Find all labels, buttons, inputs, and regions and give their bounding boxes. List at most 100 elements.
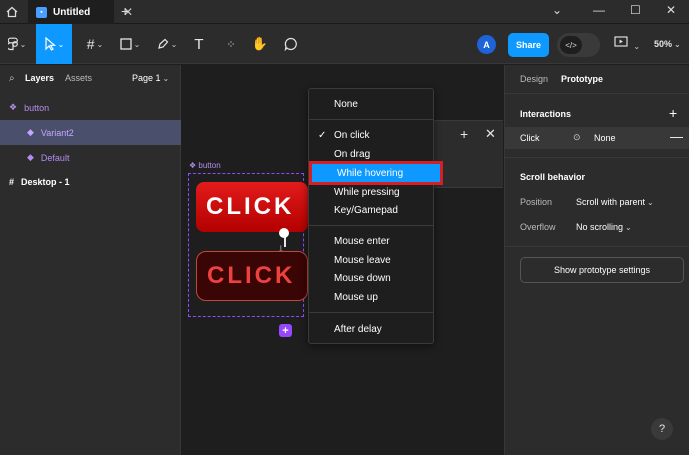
position-label: Position <box>520 197 553 207</box>
chevron-down-icon: ⌄ <box>57 39 65 49</box>
interaction-row[interactable]: Click ⊙ None — <box>505 127 689 149</box>
minimize-button[interactable]: — <box>593 3 605 17</box>
overflow-label: Overflow <box>520 222 556 232</box>
menu-item-after-delay[interactable]: After delay <box>309 320 433 338</box>
chevron-down-icon: ⌄ <box>19 39 27 49</box>
resources-button[interactable]: ⁘ <box>220 24 242 64</box>
frame-label-text: button <box>198 161 221 170</box>
show-prototype-settings-button[interactable]: Show prototype settings <box>520 257 684 283</box>
title-bar: ▪ Untitled ✕ + ⌄ — ☐ ✕ <box>0 0 689 24</box>
resources-icon: ⁘ <box>226 38 236 51</box>
page-selector[interactable]: Page 1 ⌄ <box>132 73 169 83</box>
add-action-button[interactable]: + <box>460 126 468 142</box>
menu-item-label: While pressing <box>334 186 400 198</box>
present-button[interactable]: ⌄ <box>614 35 640 52</box>
comment-tool-button[interactable] <box>280 24 302 64</box>
menu-item-label: On click <box>334 129 370 141</box>
button-variant-default[interactable]: CLICK <box>196 182 308 232</box>
tab-title: Untitled <box>53 6 91 18</box>
file-tab[interactable]: ▪ Untitled ✕ <box>28 0 133 24</box>
menu-item-on-click[interactable]: ✓ On click <box>309 126 433 144</box>
frame-tool-button[interactable]: # ⌄ <box>80 24 110 64</box>
layers-panel: Layers Assets Page 1 ⌄ ⌕ ❖ button ◆ Varia… <box>0 65 181 455</box>
layer-item[interactable]: # Desktop - 1 <box>0 169 181 194</box>
menu-item-mouse-down[interactable]: Mouse down <box>309 269 433 287</box>
layer-item[interactable]: ◆ Default <box>0 145 181 170</box>
tab-prototype[interactable]: Prototype <box>561 74 603 84</box>
zoom-level[interactable]: 50% ⌄ <box>654 39 681 49</box>
connector-handle[interactable] <box>279 228 289 238</box>
chevron-down-icon: ⌄ <box>96 39 104 49</box>
pen-icon <box>157 38 168 49</box>
properties-panel: Design Prototype Interactions + Click ⊙ … <box>504 65 689 455</box>
menu-item-while-pressing[interactable]: While pressing <box>309 183 433 201</box>
help-button[interactable]: ? <box>651 418 673 440</box>
menu-item-label: While hovering <box>337 167 404 179</box>
tab-design[interactable]: Design <box>520 74 548 84</box>
close-window-button[interactable]: ✕ <box>666 3 676 17</box>
add-interaction-button[interactable]: + <box>669 105 677 121</box>
chevron-down-icon: ⌄ <box>170 39 178 49</box>
avatar[interactable]: A <box>477 35 496 54</box>
close-icon[interactable]: ✕ <box>485 126 496 142</box>
rectangle-icon <box>119 38 132 50</box>
figma-logo-icon <box>7 37 18 51</box>
chevron-down-icon: ⌄ <box>633 42 641 51</box>
text-tool-button[interactable]: T <box>188 24 210 64</box>
pen-tool-button[interactable]: ⌄ <box>152 24 182 64</box>
component-set-icon: ❖ <box>9 102 18 112</box>
shape-tool-button[interactable]: ⌄ <box>115 24 145 64</box>
layer-label: Variant2 <box>40 127 74 138</box>
collapse-chevron-icon[interactable]: ⌄ <box>552 3 562 17</box>
share-button[interactable]: Share <box>508 33 549 57</box>
button-text: CLICK <box>207 262 296 289</box>
overflow-select[interactable]: No scrolling ⌄ <box>576 222 632 232</box>
layer-item[interactable]: ❖ button <box>0 95 181 120</box>
interactions-heading: Interactions <box>520 109 572 119</box>
layer-item-selected[interactable]: ◆ Variant2 <box>0 120 181 145</box>
menu-item-label: Key/Gamepad <box>334 204 398 216</box>
hand-tool-button[interactable]: ✋ <box>249 24 271 64</box>
variant-icon: ◆ <box>27 152 34 162</box>
dev-mode-toggle[interactable]: </> <box>557 33 600 57</box>
interaction-action: None <box>594 133 616 143</box>
layer-label: Default <box>40 152 70 163</box>
menu-item-label: Mouse down <box>334 272 391 284</box>
text-icon: T <box>194 35 204 53</box>
new-tab-button[interactable]: + <box>121 3 129 19</box>
trigger-dropdown-menu: None ✓ On click On drag While hovering Wh… <box>308 88 443 344</box>
button-variant-2[interactable]: CLICK <box>196 251 308 301</box>
tab-layers[interactable]: Layers <box>25 73 54 83</box>
main-menu-button[interactable]: ⌄ <box>2 24 32 64</box>
scroll-behavior-heading: Scroll behavior <box>520 172 586 182</box>
tab-assets[interactable]: Assets <box>65 73 92 83</box>
menu-item-label: On drag <box>334 148 371 160</box>
comment-icon <box>284 37 297 51</box>
search-layers-icon[interactable]: ⌕ <box>9 73 15 84</box>
menu-item-mouse-up[interactable]: Mouse up <box>309 288 433 306</box>
checkmark-icon: ✓ <box>318 129 327 141</box>
menu-item-on-drag[interactable]: On drag <box>309 145 433 163</box>
menu-item-mouse-leave[interactable]: Mouse leave <box>309 251 433 269</box>
menu-item-none[interactable]: None <box>309 95 433 113</box>
remove-interaction-button[interactable]: — <box>670 129 683 144</box>
home-icon <box>6 6 18 18</box>
position-select[interactable]: Scroll with parent ⌄ <box>576 197 654 207</box>
variant-icon: ◆ <box>27 127 34 137</box>
add-variant-button[interactable]: + <box>279 324 292 337</box>
chevron-down-icon: ⌄ <box>625 223 632 232</box>
menu-item-key-gamepad[interactable]: Key/Gamepad <box>309 201 433 219</box>
menu-item-label: Mouse up <box>334 291 378 303</box>
move-tool-button[interactable]: ⌄ <box>36 24 72 64</box>
button-text: CLICK <box>206 193 295 220</box>
target-icon: ⊙ <box>573 132 581 142</box>
menu-item-mouse-enter[interactable]: Mouse enter <box>309 232 433 250</box>
menu-item-while-hovering[interactable]: While hovering <box>309 161 443 185</box>
page-name: Page 1 <box>132 73 161 83</box>
hand-icon: ✋ <box>251 36 269 51</box>
component-set-label[interactable]: ❖ button <box>189 161 221 170</box>
figma-file-icon: ▪ <box>36 6 47 18</box>
position-value: Scroll with parent <box>576 197 646 207</box>
home-button[interactable] <box>0 0 24 24</box>
maximize-button[interactable]: ☐ <box>630 3 641 17</box>
